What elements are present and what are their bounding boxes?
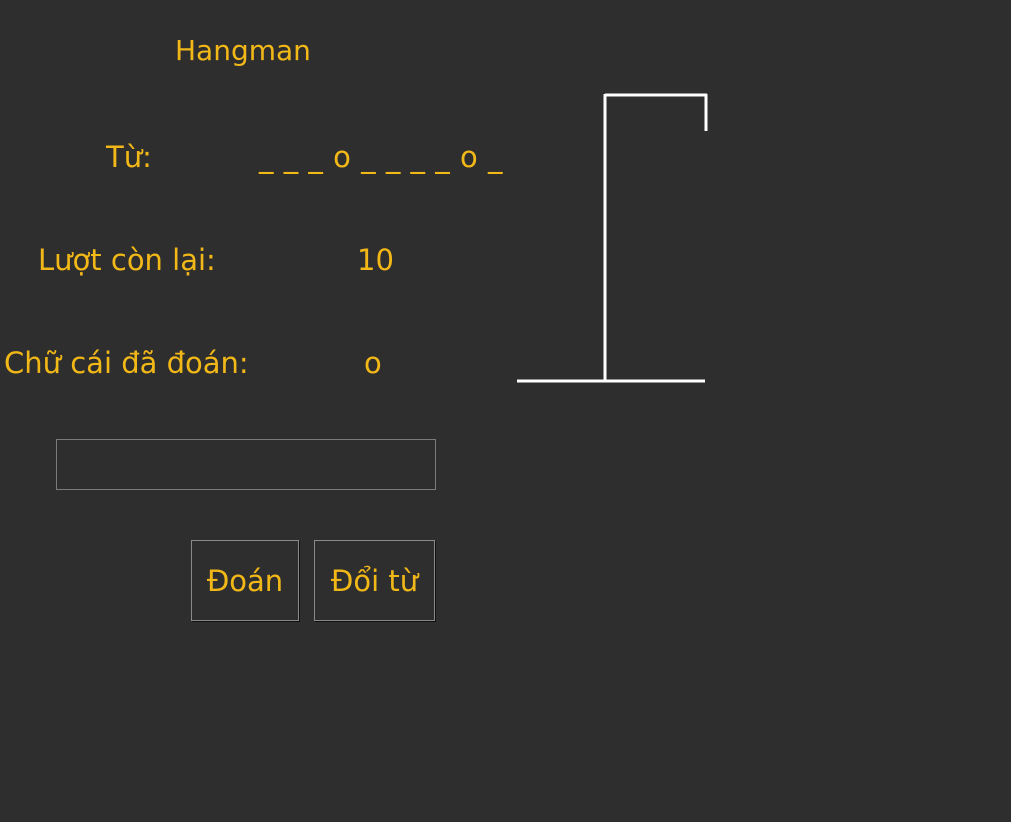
gallows-drawing: [517, 93, 708, 383]
hangman-window: Hangman Từ: _ _ _ o _ _ _ _ o _ Lượt còn…: [0, 0, 1011, 822]
